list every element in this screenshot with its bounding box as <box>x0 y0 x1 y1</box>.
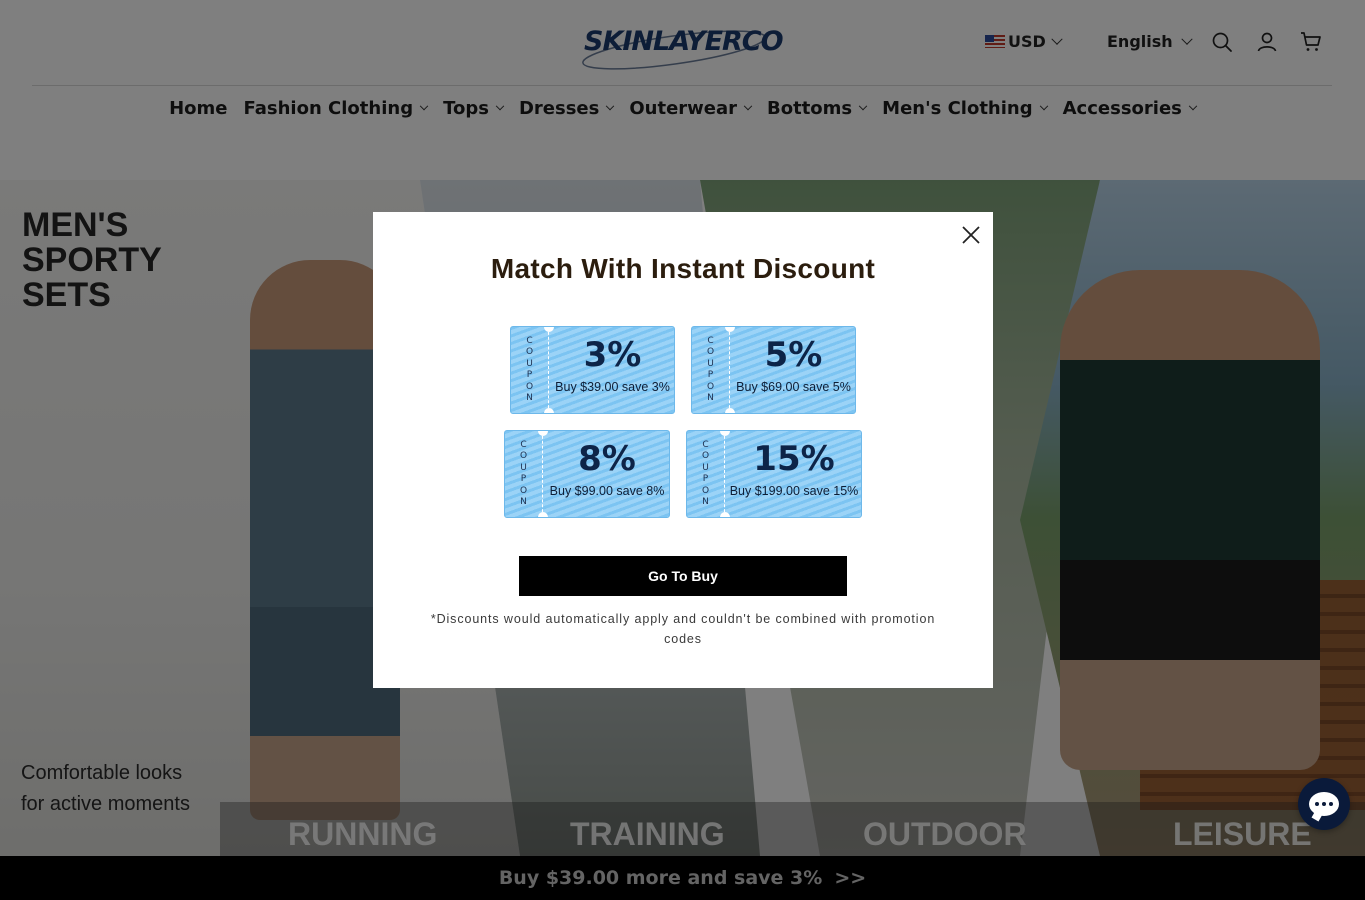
coupon-15-percent[interactable]: COUPON 15% Buy $199.00 save 15% <box>686 430 862 518</box>
coupon-percent: 8% <box>578 439 636 479</box>
coupon-stub: COUPON <box>692 327 730 413</box>
coupon-stub: COUPON <box>505 431 543 517</box>
coupon-description: Buy $99.00 save 8% <box>549 484 665 498</box>
close-icon[interactable] <box>959 223 983 247</box>
coupon-percent: 3% <box>583 335 642 375</box>
coupon-description: Buy $69.00 save 5% <box>736 380 851 394</box>
chat-button[interactable] <box>1298 778 1350 830</box>
coupon-description: Buy $39.00 save 3% <box>555 380 670 394</box>
coupon-percent: 5% <box>764 335 823 375</box>
coupon-stub: COUPON <box>511 327 549 413</box>
modal-title: Match With Instant Discount <box>490 253 876 284</box>
discount-note: *Discounts would automatically apply and… <box>430 612 936 646</box>
coupon-5-percent[interactable]: COUPON 5% Buy $69.00 save 5% <box>691 326 856 414</box>
chat-bubble-icon <box>1309 792 1339 816</box>
coupon-3-percent[interactable]: COUPON 3% Buy $39.00 save 3% <box>510 326 675 414</box>
discount-modal: Match With Instant Discount COUPON 3% Bu… <box>373 212 993 688</box>
coupon-stub: COUPON <box>687 431 725 517</box>
go-to-buy-button[interactable]: Go To Buy <box>519 556 847 596</box>
coupon-description: Buy $199.00 save 15% <box>729 484 859 498</box>
coupon-8-percent[interactable]: COUPON 8% Buy $99.00 save 8% <box>504 430 670 518</box>
coupon-percent: 15% <box>753 439 835 479</box>
